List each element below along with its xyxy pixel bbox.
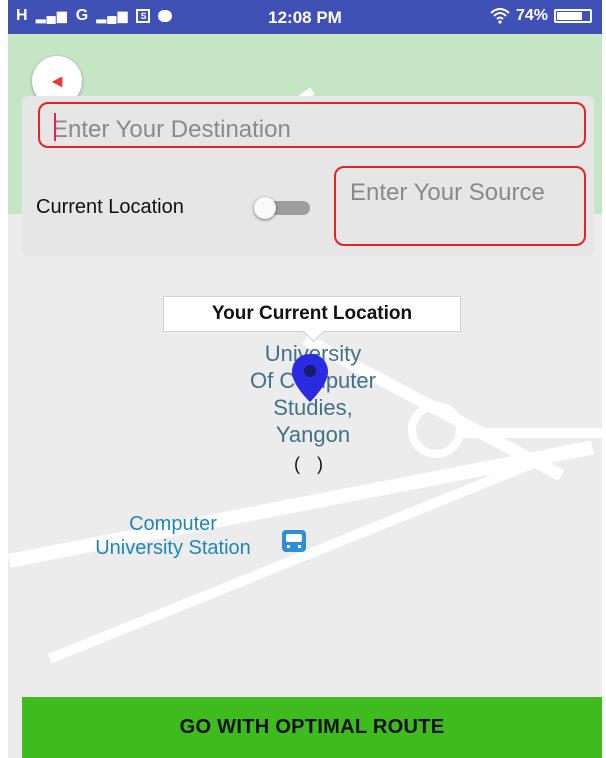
current-location-label: Current Location [36,196,184,218]
wifi-icon [490,8,510,24]
battery-percent: 74% [515,7,548,24]
station-line: Computer [129,513,217,535]
road [460,428,602,438]
station-label[interactable]: Computer University Station [68,512,278,560]
location-marker-icon[interactable] [290,352,330,404]
battery-icon [554,9,592,23]
map-view[interactable]: ◄ Enter Your Destination Current Locatio… [8,34,602,758]
text-caret [54,113,56,141]
poi-line: Yangon [275,422,351,447]
status-right: 74% [490,7,592,25]
source-input[interactable]: Enter Your Source [334,166,586,246]
station-line: University Station [95,537,251,559]
current-location-toggle[interactable] [254,197,310,219]
phone-screen: H ▂▄▆ G ▂▄▆ S 12:08 PM 74% ◄ Enter Your … [8,0,602,758]
compass-icon: ◄ [48,70,66,91]
status-bar: H ▂▄▆ G ▂▄▆ S 12:08 PM 74% [8,0,602,34]
toggle-thumb [254,197,276,219]
source-placeholder: Enter Your Source [350,179,545,206]
parenthesis-label: ( ) [294,454,329,474]
destination-input[interactable]: Enter Your Destination [38,102,586,148]
optimal-route-button[interactable]: GO WITH OPTIMAL ROUTE [22,697,602,758]
current-location-tooltip: Your Current Location [163,296,461,332]
destination-placeholder: Enter Your Destination [52,116,291,143]
bus-station-icon[interactable] [282,530,306,552]
route-input-panel: Enter Your Destination Current Location … [22,96,594,256]
